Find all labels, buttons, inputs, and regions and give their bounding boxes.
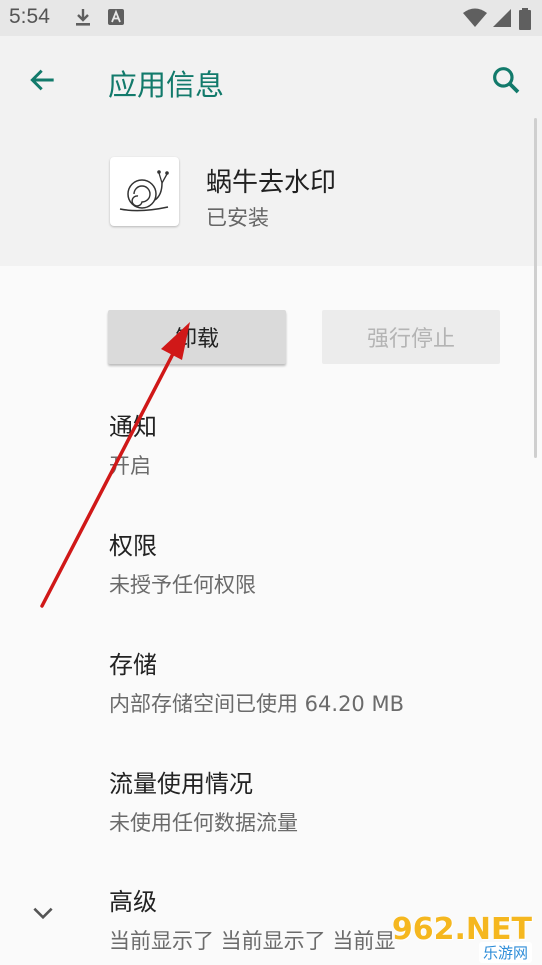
status-bar: 5:54 — [0, 0, 542, 36]
a-notification-icon — [108, 9, 124, 25]
download-icon — [76, 9, 90, 26]
app-name: 蜗牛去水印 — [206, 168, 337, 198]
expand-chevron-icon[interactable] — [30, 900, 56, 926]
app-install-status: 已安装 — [206, 206, 269, 230]
wifi-icon — [463, 8, 487, 27]
watermark-subtext: 乐游网 — [478, 942, 532, 963]
app-icon — [110, 157, 179, 226]
list-item-permissions[interactable]: 权限 未授予任何权限 — [109, 526, 256, 599]
item-title: 存储 — [109, 651, 157, 679]
app-header: 蜗牛去水印 已安装 — [0, 122, 542, 266]
list-item-notifications[interactable]: 通知 开启 — [109, 407, 157, 480]
list-item-advanced[interactable]: 高级 当前显示了 当前显示了 当前显 — [109, 882, 395, 955]
snail-icon — [119, 170, 169, 212]
page-title: 应用信息 — [108, 68, 225, 102]
battery-icon — [519, 8, 531, 30]
back-arrow-icon[interactable] — [27, 64, 59, 96]
uninstall-button[interactable]: 卸载 — [108, 310, 286, 364]
item-subtitle: 未授予任何权限 — [109, 573, 256, 597]
item-title: 权限 — [109, 532, 157, 560]
item-title: 流量使用情况 — [109, 770, 253, 798]
list-item-data-usage[interactable]: 流量使用情况 未使用任何数据流量 — [109, 764, 298, 837]
scrollbar[interactable] — [534, 118, 537, 458]
item-subtitle: 内部存储空间已使用 64.20 MB — [109, 692, 404, 716]
app-bar: 应用信息 — [0, 36, 542, 122]
item-subtitle: 当前显示了 当前显示了 当前显 — [109, 929, 396, 953]
list-item-storage[interactable]: 存储 内部存储空间已使用 64.20 MB — [109, 645, 404, 718]
item-subtitle: 未使用任何数据流量 — [109, 811, 298, 835]
watermark-logo: 962.NET 乐游网 — [392, 912, 542, 965]
item-title: 高级 — [109, 888, 157, 916]
item-subtitle: 开启 — [109, 454, 151, 478]
item-title: 通知 — [109, 413, 157, 441]
signal-icon — [493, 9, 511, 27]
search-icon[interactable] — [490, 64, 522, 96]
status-time: 5:54 — [9, 5, 50, 28]
force-stop-button[interactable]: 强行停止 — [322, 310, 500, 364]
